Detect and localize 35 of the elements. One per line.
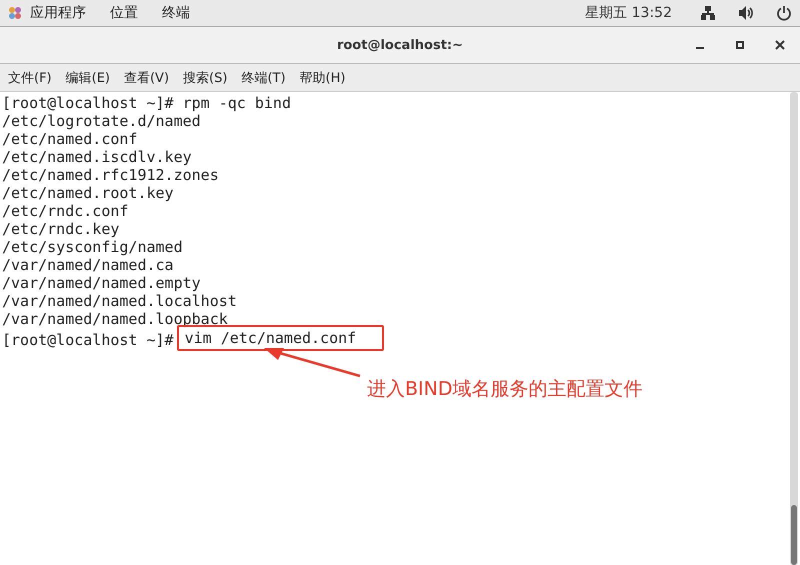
app-icon[interactable] xyxy=(8,6,22,20)
clock[interactable]: 星期五 13:52 xyxy=(585,4,672,22)
volume-icon[interactable] xyxy=(738,5,754,21)
terminal-line: [root@localhost ~]# rpm -qc bind xyxy=(2,94,292,112)
terminal-line: /etc/named.iscdlv.key xyxy=(2,148,193,166)
maximize-icon[interactable] xyxy=(735,40,745,50)
menu-item[interactable]: 终端(T) xyxy=(241,68,286,86)
prompt-text: [root@localhost ~]# xyxy=(2,330,174,348)
top-menu[interactable]: 位置 xyxy=(110,4,138,22)
menu-item[interactable]: 帮助(H) xyxy=(300,68,346,86)
network-icon[interactable] xyxy=(700,5,716,21)
terminal-line: /etc/rndc.key xyxy=(2,220,120,238)
menu-item[interactable]: 文件(F) xyxy=(8,68,52,86)
terminal-line: /var/named/named.empty xyxy=(2,274,202,292)
menu-item[interactable]: 编辑(E) xyxy=(66,68,110,86)
top-menu[interactable]: 应用程序 xyxy=(30,4,86,22)
scrollbar[interactable] xyxy=(790,92,798,565)
top-menu[interactable]: 终端 xyxy=(162,4,190,22)
close-icon[interactable] xyxy=(775,40,785,50)
terminal-line: /etc/named.rfc1912.zones xyxy=(2,166,220,184)
scrollbar-thumb[interactable] xyxy=(791,505,797,565)
menu-item[interactable]: 搜索(S) xyxy=(183,68,228,86)
window-title: root@localhost:~ xyxy=(336,38,464,52)
terminal-line: /etc/rndc.conf xyxy=(2,202,130,220)
power-icon[interactable] xyxy=(776,5,792,21)
terminal-line: /var/named/named.loopback xyxy=(2,310,229,328)
annotation-text: 进入BIND域名服务的主配置文件 xyxy=(367,377,642,402)
terminal-line: /etc/sysconfig/named xyxy=(2,238,184,256)
menu-item[interactable]: 查看(V) xyxy=(124,68,170,86)
terminal-line: /etc/named.conf xyxy=(2,130,138,148)
terminal-line: /var/named/named.ca xyxy=(2,256,175,274)
terminal-line: /etc/logrotate.d/named xyxy=(2,112,202,130)
highlighted-command: vim /etc/named.conf xyxy=(176,325,384,351)
terminal-line: /var/named/named.localhost xyxy=(2,292,238,310)
terminal-line: /etc/named.root.key xyxy=(2,184,175,202)
